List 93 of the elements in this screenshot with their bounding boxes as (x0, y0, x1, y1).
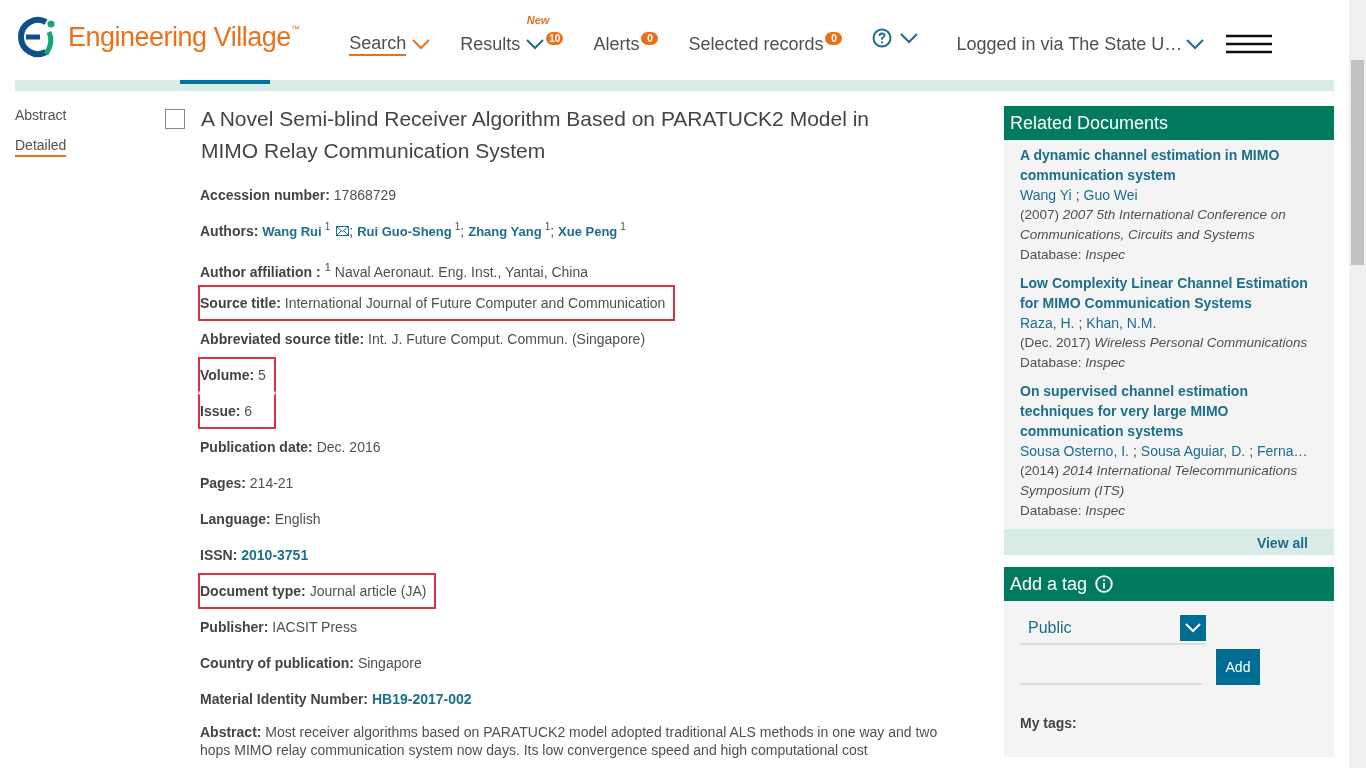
field-label: ISSN: (200, 547, 238, 563)
author-link[interactable]: Xue Peng (558, 224, 618, 239)
author-link[interactable]: Rui Guo-Sheng (357, 224, 452, 239)
database-label: Database: Inspec (1020, 502, 1127, 520)
field-label: Country of publication: (200, 655, 354, 671)
new-label: New (526, 13, 550, 26)
affiliation-mark: 1 (324, 221, 331, 232)
affiliation-mark: 1 (620, 221, 626, 232)
field-label: Publisher: (200, 619, 269, 635)
menu-icon[interactable] (1226, 34, 1273, 54)
field-label: Publication date: (200, 439, 313, 455)
panel-header: Related Documents (1004, 106, 1334, 140)
author-link[interactable]: Ferna… (1257, 443, 1308, 459)
field-label: Document type: (200, 583, 306, 599)
separator: ; (460, 223, 465, 239)
author-link[interactable]: Khan, N.M. (1086, 315, 1157, 331)
field-label: Accession number: (200, 187, 330, 203)
chevron-icon (1185, 623, 1201, 633)
chevron-icon (526, 38, 545, 50)
author-link[interactable]: Zhang Yang (468, 224, 542, 239)
field-label: Material Identity Number: (200, 691, 369, 707)
help-menu[interactable] (872, 28, 919, 48)
panel-title: Add a tag (1010, 573, 1088, 595)
separator: ; (1075, 187, 1080, 203)
author-link[interactable]: Guo Wei (1083, 187, 1138, 203)
count-badge: 0 (825, 31, 843, 45)
field-value: $^{1}$ Naval Aeronaut. Eng. Inst., Yantai, China (324, 263, 588, 280)
field-value: English (274, 511, 321, 527)
help-icon (872, 28, 893, 48)
scrollbar-thumb[interactable] (1351, 60, 1364, 265)
document-source: (Dec. 2017) Wireless Personal Communications (1020, 334, 1309, 352)
document-source: (2014) 2014 International Telecommunications Symposium (ITS) (1020, 462, 1299, 500)
nav-link[interactable]: Alerts (593, 33, 640, 55)
field-label: Source title: (200, 295, 281, 311)
chevron-icon (1186, 38, 1205, 50)
count-badge: 10 (546, 31, 564, 45)
document-link[interactable]: On supervised channel estimation techniques for very large MIMO communication systems (1020, 381, 1318, 441)
field-label: Abbreviated source title: (200, 331, 365, 347)
author-link[interactable]: Wang Yi (1020, 187, 1072, 203)
info-icon[interactable] (1095, 575, 1114, 593)
field-value: 5 (258, 367, 266, 383)
field-label: Author affiliation : (200, 263, 321, 280)
author-link[interactable]: Sousa Osterno, I. (1020, 443, 1129, 459)
document-link[interactable]: A dynamic channel estimation in MIMO communication system (1020, 145, 1318, 185)
field-value: Singapore (357, 655, 422, 671)
side-nav-link[interactable]: Detailed (15, 137, 67, 157)
database-label: Database: Inspec (1020, 246, 1127, 264)
author-link[interactable]: Raza, H. (1020, 315, 1075, 331)
nav-link[interactable]: Results (460, 33, 545, 55)
email-icon[interactable] (336, 226, 350, 236)
affiliation-mark: 1 (544, 221, 551, 232)
nav-link[interactable]: Search (349, 32, 431, 56)
field-label: Pages: (200, 475, 246, 491)
field-value: Journal article (JA) (309, 583, 427, 599)
field-label: Issue: (200, 403, 241, 419)
separator: ; (1078, 315, 1083, 331)
view-all-link[interactable]: View all (1256, 535, 1308, 551)
count-badge: 0 (641, 31, 659, 45)
separator: ; (1249, 443, 1254, 459)
field-label: Volume: (200, 367, 255, 383)
field-value: 214-21 (249, 475, 294, 491)
field-value: IACSIT Press (272, 619, 357, 635)
brand-name[interactable]: Engineering Village$^{™}$ (68, 21, 300, 53)
separator: ; (349, 223, 354, 239)
affiliation-mark: 1 (454, 221, 461, 232)
account-menu[interactable]: Logged in via The State U… (956, 25, 1205, 55)
record-checkbox[interactable] (165, 109, 185, 129)
abstract-paragraph: Abstract: Most receiver algorithms based on PARATUCK2 model adopted traditional ALS methods in one way and two hops MIMO relay communication system now days. Its low convergence speed and high computational cost (199, 723, 939, 760)
field-link[interactable]: 2010-3751 (241, 547, 309, 563)
separator: ; (1132, 443, 1137, 459)
add-button[interactable]: Add (1216, 649, 1260, 685)
field-label: Language: (200, 511, 271, 527)
document-source: (2007) 2007 5th International Conference on Communications, Circuits and Systems (1020, 206, 1287, 244)
field-value: Dec. 2016 (316, 439, 381, 455)
document-link[interactable]: Low Complexity Linear Channel Estimation for MIMO Communication Systems (1020, 273, 1318, 313)
chevron-icon (900, 32, 919, 44)
field-label: Authors: (200, 223, 259, 239)
nav-link[interactable]: Selected records (688, 33, 824, 55)
database-label: Database: Inspec (1020, 354, 1127, 372)
my-tags-label: My tags: (1020, 715, 1078, 731)
author-link[interactable]: Sousa Aguiar, D. (1140, 443, 1246, 459)
field-value: 6 (244, 403, 253, 419)
field-value: 17868729 (333, 187, 397, 203)
visibility-select[interactable]: Public (1020, 615, 1206, 645)
field-value: International Journal of Future Computer and Communication (284, 295, 666, 311)
author-link[interactable]: Wang Rui (262, 224, 322, 239)
separator: ; (550, 223, 555, 239)
field-value: Int. J. Future Comput. Commun. (Singapore) (368, 331, 646, 347)
side-nav-link[interactable]: Abstract (15, 107, 67, 125)
field-link[interactable]: HB19-2017-002 (371, 691, 472, 707)
scrollbar[interactable] (1349, 0, 1366, 768)
record-title: A Novel Semi-blind Receiver Algorithm Based on PARATUCK2 Model in MIMO Relay Communication System (201, 106, 870, 164)
chevron-icon (412, 38, 431, 50)
